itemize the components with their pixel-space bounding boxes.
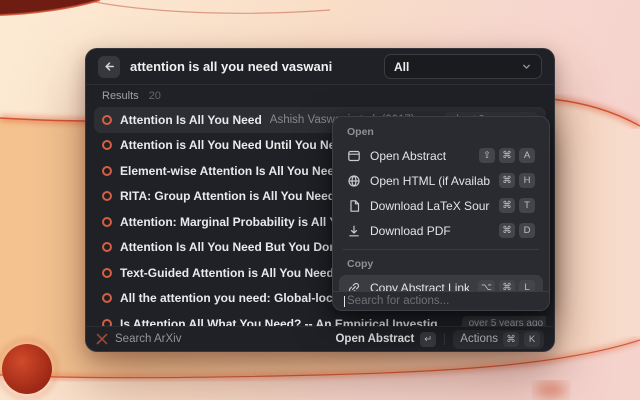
- result-row[interactable]: Is Attention All What You Need? -- An Em…: [94, 311, 546, 326]
- arxiv-ring-icon: [102, 293, 112, 303]
- search-input[interactable]: attention is all you need vaswani: [130, 59, 374, 74]
- cmd-key-badge: ⌘: [499, 173, 515, 188]
- menu-item-download-latex[interactable]: Download LaTeX Source ⌘ T: [339, 193, 543, 218]
- t-key-badge: T: [519, 198, 535, 213]
- menu-item-open-abstract[interactable]: Open Abstract ⇧ ⌘ A: [339, 143, 543, 168]
- document-icon: [347, 199, 361, 213]
- window-icon: [347, 149, 361, 163]
- menu-section-open: Open: [339, 123, 543, 143]
- arxiv-ring-icon: [102, 319, 112, 326]
- arxiv-ring-icon: [102, 242, 112, 252]
- cmd-key-badge: ⌘: [499, 148, 515, 163]
- search-header: attention is all you need vaswani All: [86, 49, 554, 84]
- result-title: Attention Is All You Need: [120, 113, 262, 127]
- download-icon: [347, 224, 361, 238]
- arxiv-ring-icon: [102, 166, 112, 176]
- globe-icon: [347, 174, 361, 188]
- arxiv-ring-icon: [102, 140, 112, 150]
- actions-button[interactable]: Actions ⌘ K: [453, 330, 544, 349]
- actions-search-bar: [333, 291, 549, 310]
- k-key-badge: K: [524, 332, 540, 347]
- primary-action-label: Open Abstract: [335, 333, 414, 345]
- result-age-badge: over 5 years ago: [462, 316, 546, 326]
- footer-app-label: Search ArXiv: [115, 333, 181, 345]
- actions-search-input[interactable]: [347, 295, 538, 307]
- actions-menu: Open Open Abstract ⇧ ⌘ A: [332, 116, 550, 311]
- h-key-badge: H: [519, 173, 535, 188]
- dropdown-value: All: [394, 60, 409, 74]
- return-key-badge: ↵: [420, 332, 436, 347]
- footer-bar: Search ArXiv Open Abstract ↵ Actions ⌘ K: [86, 326, 554, 351]
- cmd-key-badge: ⌘: [499, 223, 515, 238]
- cmd-key-badge: ⌘: [503, 332, 519, 347]
- back-button[interactable]: [98, 56, 120, 78]
- launcher-window: attention is all you need vaswani All Re…: [85, 48, 555, 352]
- a-key-badge: A: [519, 148, 535, 163]
- back-arrow-icon: [103, 60, 116, 73]
- cmd-key-badge: ⌘: [499, 198, 515, 213]
- text-cursor: [344, 296, 345, 307]
- footer-app: Search ArXiv: [96, 333, 181, 345]
- arxiv-ring-icon: [102, 217, 112, 227]
- menu-item-download-pdf[interactable]: Download PDF ⌘ D: [339, 218, 543, 243]
- arxiv-logo-icon: [96, 333, 108, 345]
- menu-section-copy: Copy: [339, 255, 543, 275]
- desktop: attention is all you need vaswani All Re…: [0, 0, 640, 400]
- arxiv-ring-icon: [102, 268, 112, 278]
- results-bar: Results 20: [86, 85, 554, 107]
- actions-label: Actions: [460, 333, 498, 345]
- menu-item-label: Download PDF: [370, 224, 490, 238]
- arxiv-ring-icon: [102, 115, 112, 125]
- chevron-down-icon: [521, 61, 532, 72]
- menu-divider: [343, 249, 539, 250]
- menu-item-open-html[interactable]: Open HTML (if Available) ⌘ H: [339, 168, 543, 193]
- menu-item-label: Open Abstract: [370, 149, 470, 163]
- primary-action[interactable]: Open Abstract ↵: [335, 332, 436, 347]
- shift-key-badge: ⇧: [479, 148, 495, 163]
- footer-separator: [444, 333, 445, 345]
- result-title: Is Attention All What You Need? -- An Em…: [120, 317, 438, 326]
- results-label: Results: [102, 90, 139, 102]
- d-key-badge: D: [519, 223, 535, 238]
- arxiv-ring-icon: [102, 191, 112, 201]
- result-title: Element-wise Attention Is All You Need: [120, 164, 341, 178]
- menu-item-label: Open HTML (if Available): [370, 174, 490, 188]
- menu-item-label: Download LaTeX Source: [370, 199, 490, 213]
- category-dropdown[interactable]: All: [384, 54, 542, 79]
- results-count: 20: [149, 90, 161, 102]
